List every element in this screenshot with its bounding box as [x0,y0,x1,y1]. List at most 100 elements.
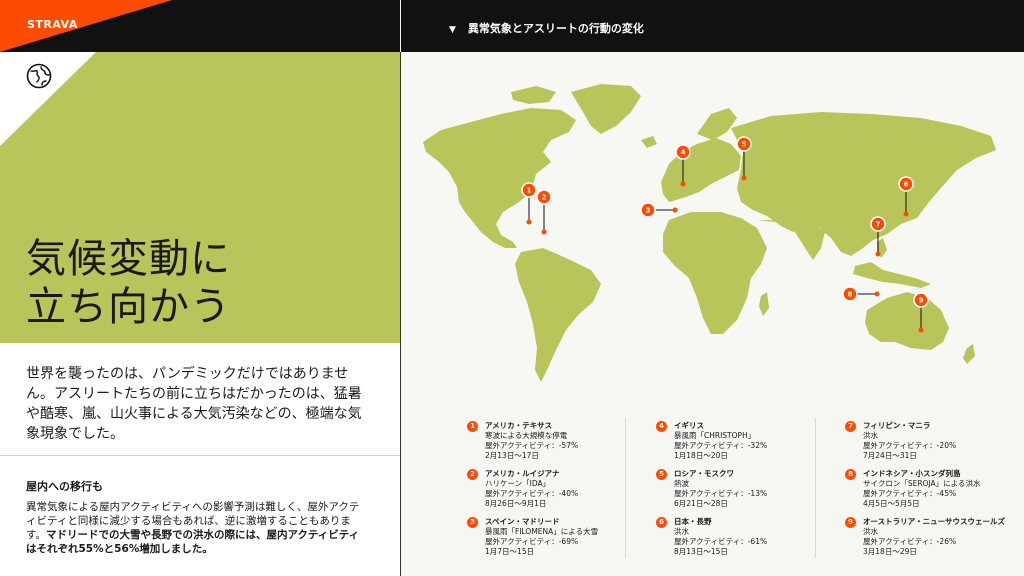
legend-column-2: 4 イギリス 暴風雨「CHRISTOPH」 屋外アクティビティ：-32% 1月18日〜2… [656,418,831,562]
legend-dates: 2月13日〜17日 [485,451,539,460]
legend-text: インドネシア・小スンダ列島 サイクロン「SEROJA」による洪水 屋外アクティビティ… [863,469,980,509]
legend-number-badge: 1 [467,421,478,432]
continents [423,84,996,382]
legend-text: スペイン・マドリード 暴風雨「FILOMENA」による大雪 屋外アクティビティ：-6… [485,517,598,557]
map-title: ▼ 異常気象とアスリートの行動の変化 [449,20,644,36]
brand-corner [0,0,172,52]
legend-location: イギリス [674,421,704,430]
legend-separator [815,418,816,558]
map-marker-label: 5 [742,141,747,149]
greenland [571,84,641,134]
legend-activity: 屋外アクティビティ：-26% [863,537,957,546]
legend-number-badge: 4 [656,421,667,432]
scandinavia [697,108,737,140]
marker-location-dot [672,207,678,213]
legend-event: サイクロン「SEROJA」による洪水 [863,479,981,488]
legend-event: 暴風雨「CHRISTOPH」 [674,431,756,440]
legend-text: ロシア・モスクワ 熱波 屋外アクティビティ：-13% 6月21日〜28日 [674,469,767,509]
map-title-text: 異常気象とアスリートの行動の変化 [467,22,644,35]
legend-item: 5 ロシア・モスクワ 熱波 屋外アクティビティ：-13% 6月21日〜28日 [656,466,831,514]
legend-dates: 3月18日〜29日 [863,547,917,556]
marker-location-dot [875,251,881,257]
legend-number-badge: 9 [845,517,856,528]
globe-icon [26,63,52,89]
legend-event: 熱波 [674,479,689,488]
legend-number-badge: 8 [845,469,856,480]
triangle-down-icon: ▼ [449,25,456,35]
australia [865,292,949,350]
legend-location: アメリカ・ルイジアナ [485,469,560,478]
map-marker-label: 7 [876,221,881,229]
legend-dates: 1月7日〜15日 [485,547,535,556]
legend-item: 1 アメリカ・テキサス 寒波による大規模な停電 屋外アクティビティ：-57% 2月13日… [467,418,642,466]
legend-column-3: 7 フィリピン・マニラ 洪水 屋外アクティビティ：-20% 7月24日〜31日 8 インドネ… [845,418,1020,562]
legend-location: インドネシア・小スンダ列島 [863,469,961,478]
legend-event: 暴風雨「FILOMENA」による大雪 [485,527,599,536]
legend-item: 2 アメリカ・ルイジアナ ハリケーン「IDA」 屋外アクティビティ：-40% 8月26日… [467,466,642,514]
legend-activity: 屋外アクティビティ：-61% [674,537,768,546]
africa [663,212,767,334]
legend-text: フィリピン・マニラ 洪水 屋外アクティビティ：-20% 7月24日〜31日 [863,421,956,461]
arctic-islands [511,86,556,104]
legend-event: 寒波による大規模な停電 [485,431,568,440]
legend-location: オーストラリア・ニューサウスウェールズ [863,517,1005,526]
legend-dates: 1月18日〜20日 [674,451,728,460]
legend-text: 日本・長野 洪水 屋外アクティビティ：-61% 8月13日〜15日 [674,517,767,557]
legend-item: 3 スペイン・マドリード 暴風雨「FILOMENA」による大雪 屋外アクティビティ：-… [467,514,642,562]
legend-number-badge: 5 [656,469,667,480]
legend-separator [625,418,626,558]
marker-location-dot [541,229,547,235]
map-marker-label: 9 [919,297,924,305]
legend-item: 9 オーストラリア・ニューサウスウェールズ 洪水 屋外アクティビティ：-26% 3月18… [845,514,1020,562]
legend-location: ロシア・モスクワ [674,469,734,478]
north-america [423,108,576,248]
section-heading: 屋内への移行も [26,480,103,493]
legend-dates: 6月21日〜28日 [674,499,728,508]
legend-event: ハリケーン「IDA」 [485,479,551,488]
legend-activity: 屋外アクティビティ：-69% [485,537,579,546]
world-map: 1 2 3 4 5 6 7 8 9 [423,84,996,382]
title-line-2: 立ち向かう [26,284,231,330]
section-body: 異常気象による屋内アクティビティへの影響予測は難しく、屋外アクティビティと同様に… [26,500,366,556]
legend-number-badge: 2 [467,469,478,480]
map-marker-label: 1 [527,187,532,195]
legend-location: フィリピン・マニラ [863,421,931,430]
legend-number-badge: 6 [656,517,667,528]
legend-location: スペイン・マドリード [485,517,560,526]
section-body-bold: マドリードでの大雪や長野での洪水の際には、屋内アクティビティはそれぞれ55%と5… [26,529,360,555]
page-title: 気候変動に 立ち向かう [26,235,386,331]
legend-item: 4 イギリス 暴風雨「CHRISTOPH」 屋外アクティビティ：-32% 1月18日〜2… [656,418,831,466]
legend-activity: 屋外アクティビティ：-57% [485,441,579,450]
legend-text: イギリス 暴風雨「CHRISTOPH」 屋外アクティビティ：-32% 1月18日〜20… [674,421,767,461]
legend-activity: 屋外アクティビティ：-32% [674,441,768,450]
legend-text: アメリカ・テキサス 寒波による大規模な停電 屋外アクティビティ：-57% 2月13日〜… [485,421,578,461]
legend-activity: 屋外アクティビティ：-45% [863,489,957,498]
strava-logo: STRAVA [27,18,78,31]
iceland [641,136,657,148]
marker-location-dot [741,175,747,181]
legend-text: アメリカ・ルイジアナ ハリケーン「IDA」 屋外アクティビティ：-40% 8月26日〜… [485,469,578,509]
marker-location-dot [680,181,686,187]
legend-column-1: 1 アメリカ・テキサス 寒波による大規模な停電 屋外アクティビティ：-57% 2月13日… [467,418,642,562]
legend-item: 8 インドネシア・小スンダ列島 サイクロン「SEROJA」による洪水 屋外アクティビテ… [845,466,1020,514]
legend-item: 7 フィリピン・マニラ 洪水 屋外アクティビティ：-20% 7月24日〜31日 [845,418,1020,466]
title-line-1: 気候変動に [26,236,231,282]
map-marker-label: 3 [646,207,651,215]
southeast-asia-islands [853,262,931,288]
marker-location-dot [874,291,880,297]
legend-location: 日本・長野 [674,517,712,526]
map-marker-label: 6 [904,181,909,189]
legend-activity: 屋外アクティビティ：-40% [485,489,579,498]
madagascar [759,292,769,316]
legend-dates: 7月24日〜31日 [863,451,917,460]
legend-event: 洪水 [863,431,878,440]
asia [731,112,996,256]
divider [0,455,400,456]
new-zealand [963,344,975,364]
intro-text: 世界を襲ったのは、パンデミックだけではありません。アスリートたちの前に立ちはだか… [26,366,362,442]
legend-dates: 4月5日〜5月5日 [863,499,920,508]
legend-location: アメリカ・テキサス [485,421,552,430]
marker-location-dot [526,219,532,225]
legend-activity: 屋外アクティビティ：-20% [863,441,957,450]
legend-dates: 8月26日〜9月1日 [485,499,547,508]
